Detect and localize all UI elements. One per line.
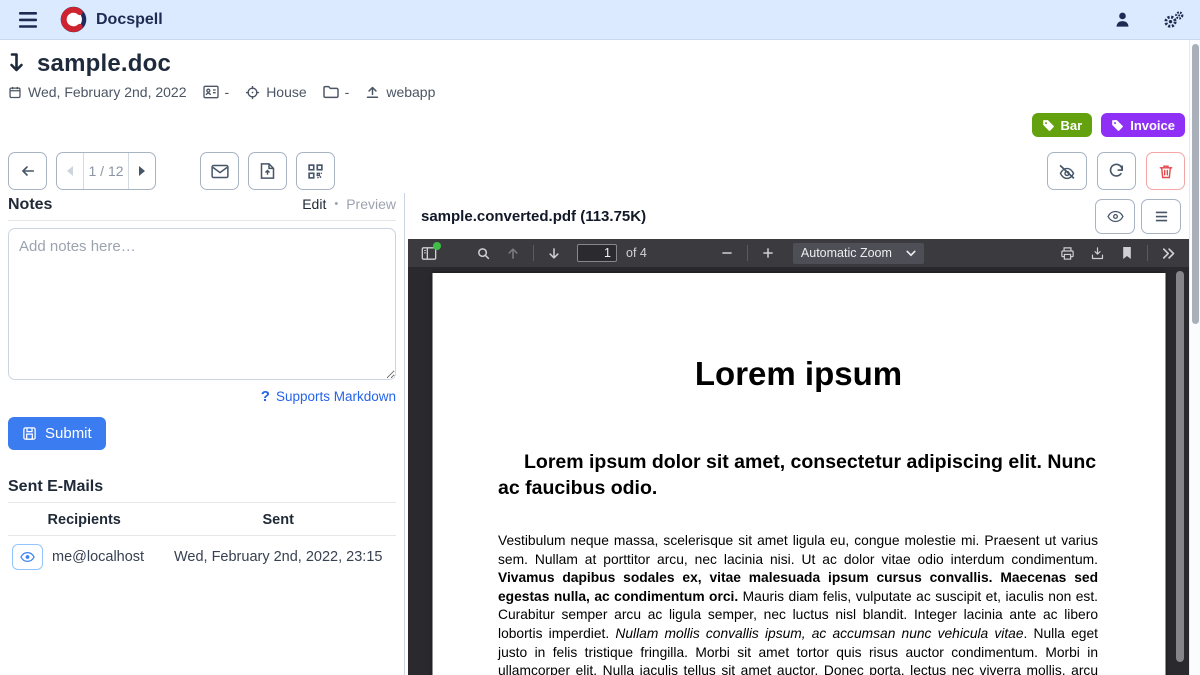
pager-value: 1 / 12 bbox=[83, 153, 129, 189]
user-icon[interactable] bbox=[1113, 10, 1132, 29]
attachment-menu-button[interactable] bbox=[1141, 199, 1181, 234]
col-recipients: Recipients bbox=[8, 505, 160, 536]
item-folder: - bbox=[323, 84, 350, 100]
notes-input[interactable] bbox=[8, 228, 396, 380]
markdown-hint-link[interactable]: ? Supports Markdown bbox=[8, 388, 396, 405]
attachment-panel: sample.converted.pdf (113.75K) bbox=[404, 193, 1189, 675]
pdf-canvas-area[interactable]: Lorem ipsum Lorem ipsum dolor sit amet, … bbox=[408, 267, 1189, 675]
tag-bar[interactable]: Bar bbox=[1032, 113, 1093, 137]
tag-invoice[interactable]: Invoice bbox=[1101, 113, 1185, 137]
item-concerning: House bbox=[245, 84, 306, 100]
pdf-viewer: of 4 Automatic Zoom bbox=[408, 239, 1189, 675]
related-items-button[interactable] bbox=[296, 152, 335, 190]
next-page-pdf-button[interactable] bbox=[541, 241, 567, 265]
sent-emails-heading: Sent E-Mails bbox=[8, 478, 103, 496]
pdf-page: Lorem ipsum Lorem ipsum dolor sit amet, … bbox=[432, 273, 1165, 675]
settings-cogs-icon[interactable] bbox=[1162, 10, 1184, 30]
mail-recipients: me@localhost bbox=[52, 549, 144, 565]
tag-icon bbox=[1042, 119, 1055, 132]
notes-edit-tab[interactable]: Edit bbox=[302, 196, 326, 212]
tag-list: Bar Invoice bbox=[8, 113, 1187, 137]
find-button[interactable] bbox=[470, 241, 496, 265]
pdf-scrollbar[interactable] bbox=[1176, 270, 1184, 675]
brand-name: Docspell bbox=[96, 11, 163, 29]
item-toolbar: 1 / 12 bbox=[8, 152, 1187, 190]
print-button[interactable] bbox=[1054, 241, 1080, 265]
status-dot bbox=[433, 242, 441, 250]
pdf-page-input[interactable] bbox=[577, 244, 617, 262]
prev-page-button[interactable] bbox=[57, 153, 83, 189]
item-source: webapp bbox=[365, 84, 435, 100]
item-correspondent: - bbox=[203, 84, 230, 100]
document-heading: Lorem ipsum dolor sit amet, consectetur … bbox=[498, 449, 1098, 501]
chevron-down-icon bbox=[906, 250, 916, 257]
arrow-down-icon bbox=[8, 52, 27, 76]
folder-icon bbox=[323, 85, 339, 99]
window-scrollbar-thumb[interactable] bbox=[1192, 44, 1199, 324]
address-card-icon bbox=[203, 85, 219, 99]
unconfirm-button[interactable] bbox=[1047, 152, 1087, 190]
download-button[interactable] bbox=[1084, 241, 1110, 265]
view-mail-button[interactable] bbox=[12, 544, 43, 570]
brand[interactable]: Docspell bbox=[60, 6, 163, 33]
upload-icon bbox=[365, 85, 380, 100]
sent-emails-table: Recipients Sent me@localhost bbox=[8, 505, 396, 578]
sent-email-row: me@localhost Wed, February 2nd, 2022, 23… bbox=[8, 536, 396, 579]
reprocess-button[interactable] bbox=[1097, 152, 1136, 190]
window-scrollbar[interactable] bbox=[1189, 40, 1200, 675]
next-page-button[interactable] bbox=[129, 153, 155, 189]
notes-preview-tab[interactable]: Preview bbox=[346, 196, 396, 212]
document-body: Vestibulum neque massa, scelerisque sit … bbox=[498, 532, 1098, 675]
save-icon bbox=[22, 426, 37, 441]
crosshairs-icon bbox=[245, 85, 260, 100]
calendar-icon bbox=[8, 85, 22, 100]
item-header: sample.doc Wed, February 2nd, 2022 - Hou… bbox=[0, 40, 1189, 190]
attachment-filename: sample.converted.pdf (113.75K) bbox=[421, 208, 646, 225]
question-icon: ? bbox=[261, 388, 270, 405]
item-date: Wed, February 2nd, 2022 bbox=[8, 84, 187, 100]
current-view-bookmark-button[interactable] bbox=[1114, 241, 1140, 265]
item-title: sample.doc bbox=[37, 50, 171, 78]
col-sent: Sent bbox=[160, 505, 396, 536]
sidebar-toggle-button[interactable] bbox=[416, 241, 442, 265]
attachment-view-button[interactable] bbox=[1095, 199, 1135, 234]
zoom-out-button[interactable] bbox=[714, 241, 740, 265]
mail-sent-date: Wed, February 2nd, 2022, 23:15 bbox=[160, 536, 396, 579]
notes-panel: Notes Edit • Preview ? Supports Markdown… bbox=[0, 193, 404, 675]
page-count-label: of 4 bbox=[626, 246, 647, 260]
docspell-logo-icon bbox=[60, 6, 87, 33]
prev-page-pdf-button[interactable] bbox=[500, 241, 526, 265]
pdfjs-toolbar: of 4 Automatic Zoom bbox=[408, 239, 1189, 267]
back-button[interactable] bbox=[8, 152, 47, 190]
zoom-in-button[interactable] bbox=[755, 241, 781, 265]
menu-icon[interactable] bbox=[16, 11, 42, 29]
send-mail-button[interactable] bbox=[200, 152, 239, 190]
page-pager: 1 / 12 bbox=[56, 152, 156, 190]
top-navbar: Docspell bbox=[0, 0, 1200, 40]
delete-button[interactable] bbox=[1146, 152, 1185, 190]
submit-notes-button[interactable]: Submit bbox=[8, 417, 106, 450]
zoom-level-select[interactable]: Automatic Zoom bbox=[793, 243, 924, 264]
document-title: Lorem ipsum bbox=[432, 355, 1165, 393]
add-file-button[interactable] bbox=[248, 152, 287, 190]
separator-dot: • bbox=[334, 198, 338, 210]
tag-icon bbox=[1111, 119, 1124, 132]
notes-heading: Notes bbox=[8, 196, 52, 214]
toolbar-more-button[interactable] bbox=[1155, 241, 1181, 265]
pdf-scrollbar-thumb[interactable] bbox=[1176, 271, 1184, 662]
